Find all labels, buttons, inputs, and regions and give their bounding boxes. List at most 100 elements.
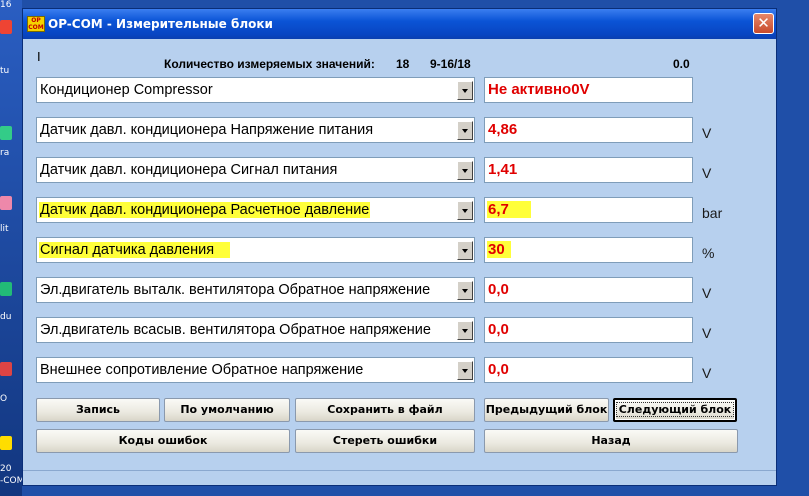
chevron-down-icon[interactable] [457, 201, 473, 220]
parameter-select[interactable]: Внешнее сопротивление Обратное напряжени… [36, 357, 475, 383]
record-button[interactable]: Запись [36, 398, 160, 422]
title-bar[interactable]: OP COM OP-COM - Измерительные блоки ✕ [23, 9, 776, 39]
value-field: 1,41 [484, 157, 693, 183]
parameter-name: Датчик давл. кондиционера Сигнал питания [40, 162, 338, 178]
desktop-app-icon[interactable] [0, 196, 12, 210]
measured-count-label: Количество измеряемых значений: [164, 57, 375, 71]
back-button-label: Назад [591, 434, 631, 447]
parameter-value: 6,7 [487, 201, 531, 218]
next-block-button[interactable]: Следующий блок [613, 398, 737, 422]
unit-label: V [702, 365, 712, 381]
parameter-value: 1,41 [488, 161, 518, 178]
parameter-value: 0,0 [488, 361, 509, 378]
desktop-app-icon[interactable] [0, 362, 12, 376]
save-to-file-button[interactable]: Сохранить в файл [295, 398, 475, 422]
desktop-label: 20 [0, 464, 12, 474]
unit-label: % [702, 245, 715, 261]
parameter-name: Датчик давл. кондиционера Напряжение пит… [40, 122, 374, 138]
app-icon-text-bottom: COM [28, 24, 44, 31]
unit-label: V [702, 125, 712, 141]
desktop-label: lit [0, 224, 9, 234]
close-button[interactable]: ✕ [753, 13, 774, 34]
time-value: 0.0 [673, 57, 690, 71]
parameter-select[interactable]: Датчик давл. кондиционера Напряжение пит… [36, 117, 475, 143]
op-com-app-icon: OP COM [27, 16, 45, 32]
parameter-value: Не активно0V [488, 81, 590, 98]
parameter-name: Внешнее сопротивление Обратное напряжени… [40, 362, 364, 378]
parameter-name: Эл.двигатель выталк. вентилятора Обратно… [40, 282, 431, 298]
value-field: 0,0 [484, 357, 693, 383]
parameter-select[interactable]: Датчик давл. кондиционера Сигнал питания [36, 157, 475, 183]
save-to-file-button-label: Сохранить в файл [327, 403, 443, 416]
measurement-row: Датчик давл. кондиционера Напряжение пит… [23, 117, 776, 143]
record-button-label: Запись [75, 403, 121, 416]
parameter-name: Эл.двигатель всасыв. вентилятора Обратно… [40, 322, 431, 338]
desktop-app-icon[interactable] [0, 282, 12, 296]
parameter-name: Сигнал датчика давления [39, 242, 231, 258]
parameter-select[interactable]: Кондиционер Compressor [36, 77, 475, 103]
previous-block-button[interactable]: Предыдущий блок [484, 398, 609, 422]
desktop-app-icon[interactable] [0, 436, 12, 450]
measurement-row: Датчик давл. кондиционера Расчетное давл… [23, 197, 776, 223]
measurement-row: Кондиционер Compressor Не активно0V [23, 77, 776, 103]
parameter-name: Кондиционер Compressor [40, 82, 213, 98]
parameter-value: 30 [487, 241, 511, 258]
chevron-down-icon[interactable] [457, 241, 473, 260]
parameter-select[interactable]: Эл.двигатель всасыв. вентилятора Обратно… [36, 317, 475, 343]
clear-errors-button[interactable]: Стереть ошибки [295, 429, 475, 453]
parameter-select[interactable]: Сигнал датчика давления [36, 237, 475, 263]
measurement-row: Датчик давл. кондиционера Сигнал питания… [23, 157, 776, 183]
unit-label: V [702, 165, 712, 181]
measurement-blocks-window: OP COM OP-COM - Измерительные блоки ✕ I … [22, 8, 777, 486]
unit-label: V [702, 325, 712, 341]
chevron-down-icon[interactable] [457, 321, 473, 340]
measurement-row: Внешнее сопротивление Обратное напряжени… [23, 357, 776, 383]
default-button[interactable]: По умолчанию [164, 398, 290, 422]
error-codes-button-label: Коды ошибок [118, 434, 208, 447]
parameter-select[interactable]: Датчик давл. кондиционера Расчетное давл… [36, 197, 475, 223]
default-button-label: По умолчанию [180, 403, 274, 416]
measured-range: 9-16/18 [430, 57, 471, 71]
unit-label: bar [702, 205, 723, 221]
desktop-label: ra [0, 148, 10, 158]
measurement-row: Эл.двигатель всасыв. вентилятора Обратно… [23, 317, 776, 343]
desktop-label: -COM [0, 476, 25, 486]
measurement-row: Эл.двигатель выталк. вентилятора Обратно… [23, 277, 776, 303]
next-block-button-label: Следующий блок [615, 402, 735, 417]
status-bar [23, 470, 776, 485]
chevron-down-icon[interactable] [457, 81, 473, 100]
parameter-value: 4,86 [488, 121, 518, 138]
desktop-label: du [0, 312, 12, 322]
desktop-label: 16 [0, 0, 12, 10]
measurement-row: Сигнал датчика давления 30 % [23, 237, 776, 263]
value-field: Не активно0V [484, 77, 693, 103]
value-field: 4,86 [484, 117, 693, 143]
parameter-select[interactable]: Эл.двигатель выталк. вентилятора Обратно… [36, 277, 475, 303]
value-field: 6,7 [484, 197, 693, 223]
previous-block-button-label: Предыдущий блок [485, 403, 608, 416]
parameter-value: 0,0 [488, 281, 509, 298]
parameter-name: Датчик давл. кондиционера Расчетное давл… [39, 202, 371, 218]
desktop-app-icon[interactable] [0, 126, 12, 140]
close-icon: ✕ [757, 14, 770, 32]
value-field: 0,0 [484, 277, 693, 303]
parameter-value: 0,0 [488, 321, 509, 338]
text-cursor: I [37, 49, 41, 64]
desktop-app-icon[interactable] [0, 20, 12, 34]
chevron-down-icon[interactable] [457, 281, 473, 300]
chevron-down-icon[interactable] [457, 161, 473, 180]
chevron-down-icon[interactable] [457, 121, 473, 140]
chevron-down-icon[interactable] [457, 361, 473, 380]
unit-label: V [702, 285, 712, 301]
desktop-strip: 16 tu ra lit du O 20 -COM [0, 0, 25, 496]
value-field: 30 [484, 237, 693, 263]
measured-count-value: 18 [396, 57, 410, 71]
desktop-label: O [0, 394, 8, 404]
clear-errors-button-label: Стереть ошибки [332, 434, 438, 447]
value-field: 0,0 [484, 317, 693, 343]
back-button[interactable]: Назад [484, 429, 738, 453]
window-title: OP-COM - Измерительные блоки [48, 17, 273, 31]
app-icon-text-top: OP [31, 17, 41, 24]
desktop-label: tu [0, 66, 10, 76]
error-codes-button[interactable]: Коды ошибок [36, 429, 290, 453]
